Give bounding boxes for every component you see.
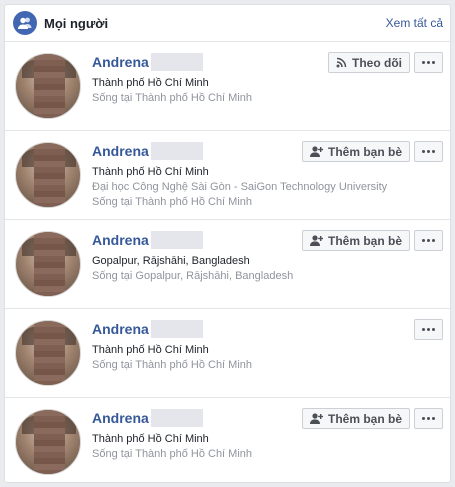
avatar[interactable] bbox=[15, 231, 81, 297]
see-all-link[interactable]: Xem tất cả bbox=[386, 16, 443, 30]
avatar[interactable] bbox=[15, 409, 81, 475]
add-friend-button[interactable]: Thêm bạn bè bbox=[301, 141, 410, 162]
redacted-name-mask bbox=[150, 231, 203, 249]
person-name[interactable]: Andrena bbox=[92, 321, 149, 337]
redacted-name-mask bbox=[150, 53, 203, 71]
people-card: Mọi người Xem tất cả Andrena Thành phố H… bbox=[4, 4, 451, 483]
name-line: Andrena bbox=[92, 319, 252, 339]
card-header: Mọi người Xem tất cả bbox=[5, 5, 450, 42]
add-friend-label: Thêm bạn bè bbox=[327, 233, 402, 248]
add-friend-label: Thêm bạn bè bbox=[327, 144, 402, 159]
header-left: Mọi người bbox=[13, 11, 108, 35]
rss-icon bbox=[336, 57, 347, 68]
pixelated-face bbox=[34, 232, 65, 296]
avatar[interactable] bbox=[15, 320, 81, 386]
more-options-button[interactable] bbox=[414, 408, 443, 429]
person-name[interactable]: Andrena bbox=[92, 54, 149, 70]
row-actions: Thêm bạn bè bbox=[301, 408, 443, 429]
more-options-button[interactable] bbox=[414, 319, 443, 340]
more-options-button[interactable] bbox=[414, 52, 443, 73]
add-friend-button[interactable]: Thêm bạn bè bbox=[301, 230, 410, 251]
pixelated-face bbox=[34, 54, 65, 118]
pixelated-face bbox=[34, 143, 65, 207]
follow-label: Theo dõi bbox=[352, 55, 402, 70]
person-name[interactable]: Andrena bbox=[92, 410, 149, 426]
add-friend-icon bbox=[309, 235, 323, 246]
row-actions bbox=[414, 319, 443, 340]
pixelated-face bbox=[34, 410, 65, 474]
person-detail: Sống tại Thành phố Hồ Chí Minh bbox=[92, 196, 253, 208]
more-dots-icon bbox=[422, 417, 435, 420]
row-actions: Thêm bạn bè bbox=[301, 141, 443, 162]
person-info: Andrena Thành phố Hồ Chí Minh Sống tại T… bbox=[92, 319, 252, 373]
person-detail: Sống tại Gopalpur, Rājshāhi, Bangladesh bbox=[92, 270, 294, 282]
add-friend-button[interactable]: Thêm bạn bè bbox=[301, 408, 410, 429]
person-row: Andrena Thành phố Hồ Chí Minh Đại học Cô… bbox=[5, 131, 450, 220]
more-dots-icon bbox=[422, 61, 435, 64]
name-line: Andrena bbox=[92, 52, 252, 72]
people-icon bbox=[13, 11, 37, 35]
row-actions: Theo dõi bbox=[328, 52, 443, 73]
redacted-name-mask bbox=[150, 142, 203, 160]
person-row: Andrena Gopalpur, Rājshāhi, Bangladesh S… bbox=[5, 220, 450, 309]
person-row: Andrena Thành phố Hồ Chí Minh Sống tại T… bbox=[5, 42, 450, 131]
more-dots-icon bbox=[422, 239, 435, 242]
person-location: Thành phố Hồ Chí Minh bbox=[92, 344, 209, 356]
more-dots-icon bbox=[422, 328, 435, 331]
person-location: Gopalpur, Rājshāhi, Bangladesh bbox=[92, 255, 250, 267]
person-info: Andrena Thành phố Hồ Chí Minh Sống tại T… bbox=[92, 52, 252, 106]
avatar[interactable] bbox=[15, 142, 81, 208]
person-name[interactable]: Andrena bbox=[92, 143, 149, 159]
name-line: Andrena bbox=[92, 230, 293, 250]
person-row: Andrena Thành phố Hồ Chí Minh Sống tại T… bbox=[5, 398, 450, 482]
follow-button[interactable]: Theo dõi bbox=[328, 52, 410, 73]
avatar[interactable] bbox=[15, 53, 81, 119]
person-row: Andrena Thành phố Hồ Chí Minh Sống tại T… bbox=[5, 309, 450, 398]
person-detail: Đại học Công Nghệ Sài Gòn - SaiGon Techn… bbox=[92, 181, 388, 193]
add-friend-label: Thêm bạn bè bbox=[327, 411, 402, 426]
redacted-name-mask bbox=[150, 320, 203, 338]
card-title: Mọi người bbox=[44, 15, 109, 31]
pixelated-face bbox=[34, 321, 65, 385]
person-info: Andrena Gopalpur, Rājshāhi, Bangladesh S… bbox=[92, 230, 293, 284]
person-detail: Sống tại Thành phố Hồ Chí Minh bbox=[92, 448, 253, 460]
more-dots-icon bbox=[422, 150, 435, 153]
more-options-button[interactable] bbox=[414, 230, 443, 251]
row-actions: Thêm bạn bè bbox=[301, 230, 443, 251]
person-info: Andrena Thành phố Hồ Chí Minh Sống tại T… bbox=[92, 408, 252, 462]
add-friend-icon bbox=[309, 413, 323, 424]
add-friend-icon bbox=[309, 146, 323, 157]
person-location: Thành phố Hồ Chí Minh bbox=[92, 433, 209, 445]
more-options-button[interactable] bbox=[414, 141, 443, 162]
person-location: Thành phố Hồ Chí Minh bbox=[92, 166, 209, 178]
person-location: Thành phố Hồ Chí Minh bbox=[92, 77, 209, 89]
person-detail: Sống tại Thành phố Hồ Chí Minh bbox=[92, 92, 253, 104]
name-line: Andrena bbox=[92, 408, 252, 428]
person-detail: Sống tại Thành phố Hồ Chí Minh bbox=[92, 359, 253, 371]
people-list: Andrena Thành phố Hồ Chí Minh Sống tại T… bbox=[5, 42, 450, 482]
redacted-name-mask bbox=[150, 409, 203, 427]
person-name[interactable]: Andrena bbox=[92, 232, 149, 248]
